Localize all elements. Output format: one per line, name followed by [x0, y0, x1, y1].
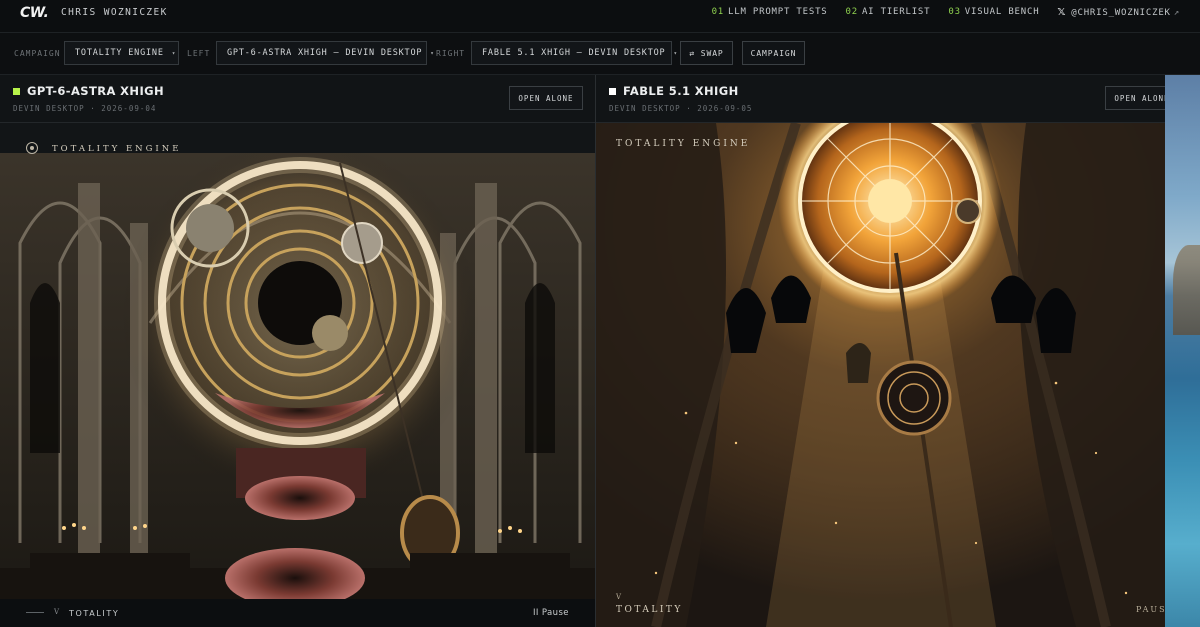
x-logo-icon: 𝕏: [1057, 7, 1067, 18]
nav-link-label: VISUAL BENCH: [964, 7, 1040, 17]
left-panel-title-row: GPT-6-ASTRA XHIGH: [13, 84, 164, 98]
nav-link-visual-bench[interactable]: 03 VISUAL BENCH: [948, 7, 1039, 18]
left-comparison-panel: GPT-6-ASTRA XHIGH DEVIN DESKTOP · 2026-0…: [0, 75, 595, 627]
site-owner-name[interactable]: CHRIS WOZNICZEK: [61, 7, 168, 18]
right-panel-header: FABLE 5.1 XHIGH DEVIN DESKTOP · 2026-09-…: [596, 75, 1165, 123]
nav-links: 01 LLM PROMPT TESTS 02 AI TIERLIST 03 VISUA…: [712, 7, 1180, 18]
chevron-down-icon: ▾: [673, 49, 678, 57]
left-render-viewport[interactable]: TOTALITY ENGINE: [0, 123, 595, 627]
cathedral-sun-render: [596, 123, 1165, 627]
left-model-select[interactable]: GPT-6-ASTRA XHIGH — DEVIN DESKTOP ▾: [216, 41, 434, 65]
nav-link-label: AI TIERLIST: [861, 7, 931, 17]
open-alone-button[interactable]: OPEN ALONE: [509, 86, 583, 110]
top-navigation: CW. CHRIS WOZNICZEK 01 LLM PROMPT TESTS 0…: [0, 0, 1200, 33]
chevron-down-icon: ▾: [171, 49, 177, 57]
scene-chapter-label: TOTALITY: [616, 605, 683, 615]
chevron-down-icon: ▾: [430, 49, 435, 57]
open-alone-button[interactable]: OPEN ALONE: [1105, 86, 1165, 110]
scene-chapter-mark: V: [54, 608, 60, 616]
campaign-button[interactable]: CAMPAIGN: [742, 41, 805, 65]
left-model-select-value: GPT-6-ASTRA XHIGH — DEVIN DESKTOP: [227, 48, 423, 58]
left-panel-subtitle: DEVIN DESKTOP · 2026-09-04: [13, 104, 157, 113]
orrery-icon: [26, 142, 38, 154]
right-model-select-value: FABLE 5.1 XHIGH — DEVIN DESKTOP: [482, 48, 666, 58]
scene-chapter-label: TOTALITY: [69, 609, 120, 618]
nav-link-ai-tierlist[interactable]: 02 AI TIERLIST: [846, 7, 931, 18]
left-panel-title: GPT-6-ASTRA XHIGH: [27, 84, 164, 98]
swap-button[interactable]: ⇄ SWAP: [680, 41, 733, 65]
nav-link-number: 02: [845, 7, 858, 17]
background-window-sliver: [1165, 75, 1200, 627]
campaign-label: CAMPAIGN: [14, 49, 61, 58]
right-comparison-panel: FABLE 5.1 XHIGH DEVIN DESKTOP · 2026-09-…: [596, 75, 1165, 627]
nav-link-number: 03: [948, 7, 961, 17]
right-panel-subtitle: DEVIN DESKTOP · 2026-09-05: [609, 104, 753, 113]
scene-chapter-mark: V: [616, 593, 622, 601]
right-render-viewport[interactable]: TOTALITY ENGINE: [596, 123, 1165, 627]
campaign-select-value: TOTALITY ENGINE: [75, 48, 164, 58]
left-label: LEFT: [187, 49, 211, 58]
nav-link-label: LLM PROMPT TESTS: [728, 7, 828, 17]
nav-link-llm-prompt-tests[interactable]: 01 LLM PROMPT TESTS: [712, 7, 828, 18]
scene-title: TOTALITY ENGINE: [616, 139, 751, 149]
right-panel-title: FABLE 5.1 XHIGH: [623, 84, 739, 98]
model-marker-icon: [609, 87, 616, 95]
pause-button[interactable]: PAUSE: [1136, 605, 1165, 614]
nav-link-number: 01: [711, 7, 725, 17]
pause-button[interactable]: II Pause: [533, 608, 569, 618]
left-panel-header: GPT-6-ASTRA XHIGH DEVIN DESKTOP · 2026-0…: [0, 75, 595, 123]
right-playback-bar: V TOTALITY PAUSE: [596, 587, 1165, 627]
right-panel-title-row: FABLE 5.1 XHIGH: [609, 84, 739, 98]
external-link-icon: ↗: [1173, 8, 1180, 18]
background-coast-image: [1173, 245, 1200, 335]
cathedral-orrery-render: [0, 123, 595, 627]
right-model-select[interactable]: FABLE 5.1 XHIGH — DEVIN DESKTOP ▾: [471, 41, 677, 65]
campaign-select[interactable]: TOTALITY ENGINE ▾: [64, 41, 179, 65]
scene-title: TOTALITY ENGINE: [52, 144, 182, 154]
site-logo[interactable]: CW.: [20, 5, 49, 21]
social-handle: @CHRIS_WOZNICZEK: [1071, 8, 1171, 18]
nav-link-social[interactable]: 𝕏 @CHRIS_WOZNICZEK ↗: [1057, 7, 1180, 18]
model-marker-icon: [13, 87, 20, 95]
comparison-toolbar: CAMPAIGN TOTALITY ENGINE ▾ LEFT GPT-6-AST…: [0, 33, 1200, 75]
right-label: RIGHT: [436, 49, 466, 58]
left-playback-bar: V TOTALITY II Pause: [0, 599, 595, 627]
progress-line: [26, 612, 44, 613]
